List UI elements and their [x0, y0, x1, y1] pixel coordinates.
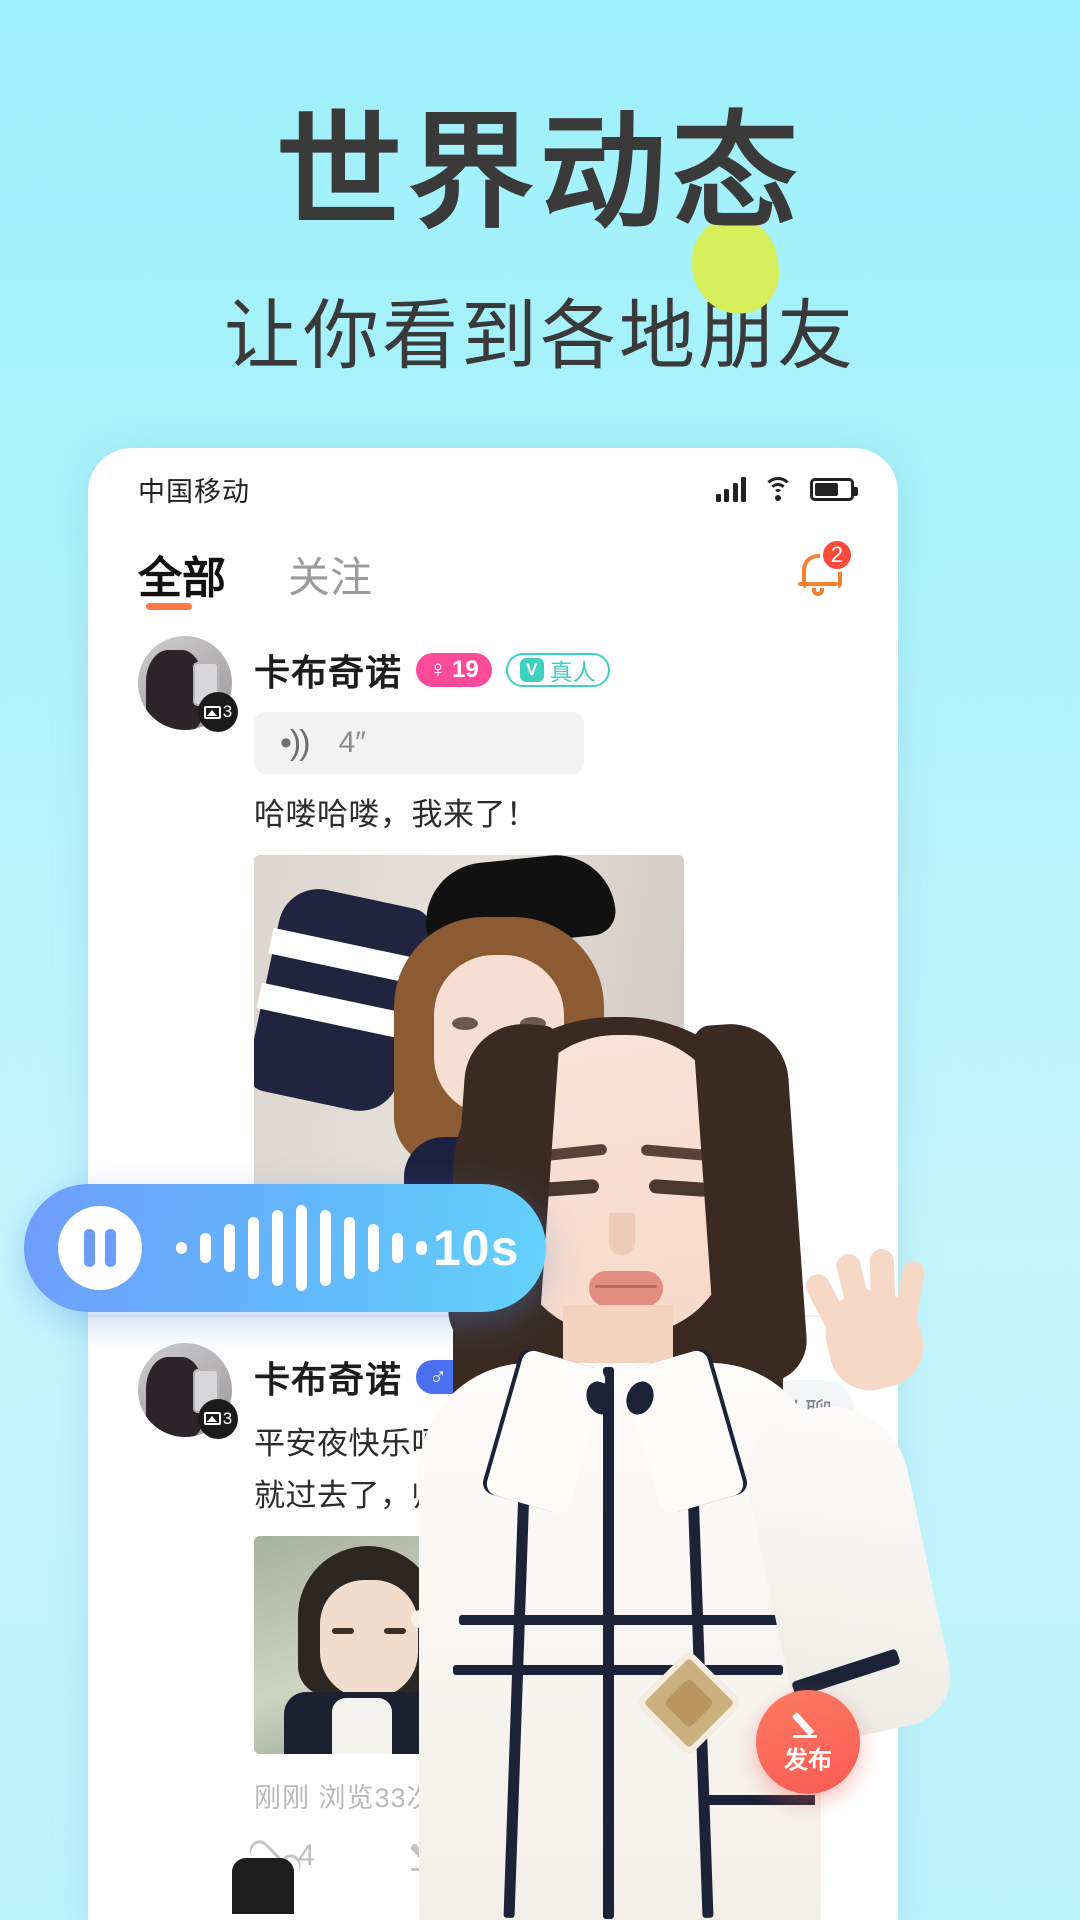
- male-icon: ♂: [429, 1362, 448, 1390]
- post-text-line1: 平安夜快乐呀，今天看看帅哥美女，节: [254, 1425, 790, 1461]
- audio-player[interactable]: 10s: [24, 1184, 546, 1312]
- photo-count-label: 3: [222, 702, 233, 721]
- battery-icon: [810, 477, 858, 501]
- age-label: 19: [452, 656, 479, 683]
- tab-following[interactable]: 关注: [288, 544, 372, 605]
- hero-title: 世界动态: [276, 102, 804, 243]
- signal-icon: [715, 476, 746, 502]
- status-icons: [715, 476, 858, 502]
- post-image-content: [254, 1535, 492, 1754]
- age-label: 19: [452, 1362, 479, 1390]
- voice-wave-icon: •)): [280, 723, 311, 762]
- tab-bar: 全部 关注 2: [88, 516, 898, 620]
- pic-flower: [400, 1606, 440, 1646]
- pic-eye: [520, 1016, 546, 1030]
- username: 卡布奇诺: [254, 652, 403, 693]
- pic-face: [434, 954, 564, 1115]
- post-name-row: 卡布奇诺 ♀ 19 V 真人: [254, 644, 854, 696]
- pause-icon[interactable]: [58, 1206, 142, 1290]
- status-bar: 中国移动: [88, 448, 898, 516]
- post-image-content: [254, 854, 684, 1207]
- avatar[interactable]: 3: [138, 1342, 238, 1439]
- pic-lip: [484, 1066, 516, 1082]
- pen-icon: [793, 1710, 823, 1738]
- post-text: 哈喽哈喽，我来了！: [254, 797, 538, 832]
- verified-label: 真人: [549, 659, 596, 685]
- post-text-line2: 就过去了，帅哥yyds。: [254, 1478, 572, 1513]
- image-icon: [203, 1412, 221, 1425]
- tab-all-label: 全部: [138, 554, 226, 603]
- photo-count-badge: 3: [198, 1398, 238, 1439]
- carrier-label: 中国移动: [138, 476, 250, 507]
- notification-badge: 2: [819, 538, 854, 572]
- hero-subtitle: 让你看到各地朋友: [224, 294, 856, 380]
- hero-title-wrap: 世界动态: [276, 100, 804, 320]
- voice-message-bubble[interactable]: •)) 4″: [254, 712, 584, 774]
- bottom-nav-bar: [88, 1858, 898, 1920]
- post-meta: 刚刚 浏览33次: [254, 1782, 435, 1813]
- nav-home-icon[interactable]: [232, 1858, 294, 1914]
- voice-duration: 4″: [338, 726, 366, 759]
- audio-duration: 10s: [433, 1220, 520, 1276]
- notification-button[interactable]: 2: [788, 538, 854, 606]
- waveform: [176, 1205, 427, 1291]
- pic-eye: [452, 1016, 478, 1030]
- pic-eye: [332, 1627, 354, 1634]
- gender-age-badge: ♀ 19: [416, 653, 492, 687]
- post-body: 卡布奇诺 ♂ 19 平安夜快乐呀，今天看看帅哥美女，节 就过去了，帅哥yyds。: [254, 1343, 854, 1899]
- wifi-icon: [763, 477, 793, 501]
- female-icon: ♀: [429, 656, 448, 683]
- gender-age-badge: ♂ 19: [416, 1359, 492, 1394]
- post-image[interactable]: [254, 1535, 492, 1754]
- post-header: 3 卡布奇诺 ♂ 19 平安夜快乐呀，今天看看帅哥美女，节 就过去了，帅哥yyd…: [138, 1342, 854, 1899]
- verified-icon: V: [519, 658, 544, 682]
- tab-all[interactable]: 全部: [138, 542, 226, 610]
- post-name-row: 卡布奇诺 ♂ 19: [254, 1351, 854, 1403]
- post-image[interactable]: [254, 854, 684, 1207]
- avatar[interactable]: 3: [138, 636, 238, 732]
- username: 卡布奇诺: [254, 1358, 403, 1400]
- tab-following-label: 关注: [288, 553, 373, 601]
- photo-count-label: 3: [222, 1408, 233, 1428]
- hero-section: 世界动态 让你看到各地朋友: [0, 0, 1080, 384]
- post-item[interactable]: 3 卡布奇诺 ♂ 19 平安夜快乐呀，今天看看帅哥美女，节 就过去了，帅哥yyd…: [88, 1314, 898, 1899]
- image-icon: [203, 705, 221, 719]
- publish-button[interactable]: 发布: [756, 1690, 860, 1794]
- verified-badge: V 真人: [505, 653, 610, 687]
- nav-heart-icon[interactable]: [462, 1858, 524, 1914]
- publish-label: 发布: [784, 1746, 832, 1774]
- pic-shirt: [332, 1697, 392, 1754]
- photo-count-badge: 3: [198, 692, 238, 732]
- nav-chat-icon[interactable]: [692, 1858, 754, 1914]
